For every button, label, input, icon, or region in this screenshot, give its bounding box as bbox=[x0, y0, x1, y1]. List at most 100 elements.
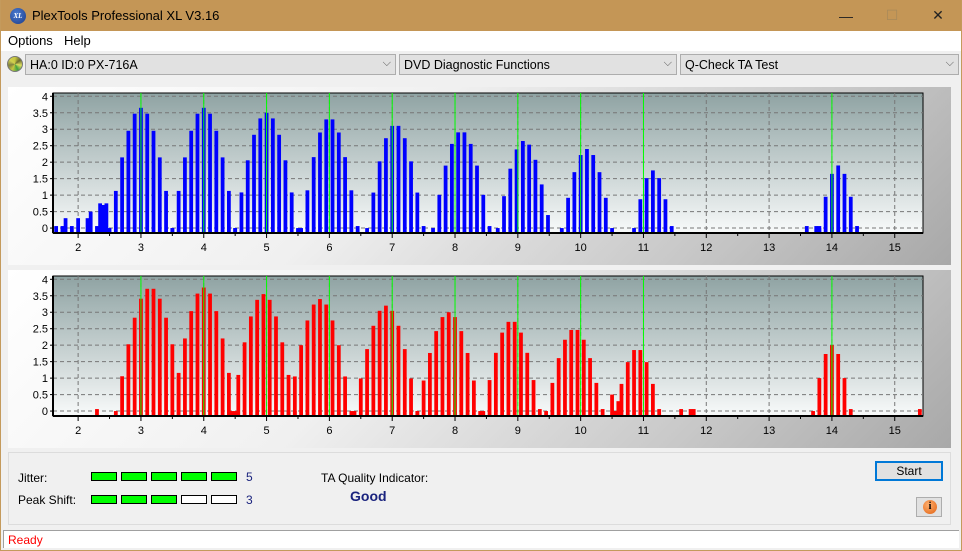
y-tick-label: 0.5 bbox=[33, 390, 48, 402]
histogram-bar bbox=[500, 332, 505, 416]
histogram-bar bbox=[817, 378, 822, 416]
histogram-bar bbox=[151, 288, 156, 416]
lower-histogram-chart: 0 0.5 1 1.5 2 2.5 3 3.5 4 2 3 4 5 6 7 8 9 10 11 12 13 14 15 bbox=[33, 274, 924, 437]
x-tick-label: 14 bbox=[826, 425, 838, 437]
histogram-bar bbox=[502, 196, 506, 233]
meter-segment bbox=[211, 472, 237, 481]
histogram-bar bbox=[644, 362, 649, 416]
histogram-bar bbox=[588, 358, 592, 416]
histogram-bar bbox=[255, 299, 260, 416]
histogram-bar bbox=[311, 157, 316, 233]
toolbar: HA:0 ID:0 PX-716A ⌵ DVD Diagnostic Funct… bbox=[1, 51, 961, 79]
y-tick-label: 2 bbox=[42, 157, 48, 169]
peak-shift-meter bbox=[91, 495, 237, 504]
histogram-bar bbox=[183, 157, 187, 233]
lower-chart-panel: 0 0.5 1 1.5 2 2.5 3 3.5 4 2 3 4 5 6 7 8 9 10 11 12 13 14 15 bbox=[8, 270, 951, 448]
histogram-bar bbox=[855, 226, 859, 233]
jitter-value: 5 bbox=[246, 470, 253, 484]
results-panel bbox=[8, 452, 951, 525]
histogram-bar bbox=[563, 339, 567, 416]
y-tick-label: 3.5 bbox=[33, 108, 48, 120]
status-text: Ready bbox=[8, 533, 43, 547]
y-tick-label: 0 bbox=[42, 406, 48, 418]
y-tick-label: 2.5 bbox=[33, 141, 48, 153]
histogram-bar bbox=[330, 119, 335, 233]
meter-segment bbox=[91, 495, 117, 504]
histogram-bar bbox=[120, 376, 124, 416]
x-tick-label: 4 bbox=[201, 242, 207, 254]
histogram-bar bbox=[836, 354, 841, 416]
histogram-bar bbox=[324, 304, 329, 416]
histogram-bar bbox=[95, 409, 99, 416]
histogram-bar bbox=[286, 374, 291, 416]
meter-segment bbox=[151, 472, 177, 481]
menu-options[interactable]: Options bbox=[8, 33, 53, 48]
app-logo-icon: XL bbox=[10, 8, 26, 24]
y-tick-label: 2.5 bbox=[33, 324, 48, 336]
histogram-bar bbox=[546, 215, 550, 233]
start-button[interactable]: Start bbox=[875, 461, 943, 481]
histogram-bar bbox=[289, 192, 294, 233]
function-select[interactable]: DVD Diagnostic Functions ⌵ bbox=[399, 54, 677, 75]
histogram-bar bbox=[691, 409, 696, 416]
disc-drive-icon bbox=[7, 56, 23, 72]
histogram-bar bbox=[651, 383, 655, 416]
histogram-bar bbox=[409, 161, 413, 233]
histogram-bar bbox=[76, 218, 81, 233]
histogram-bar bbox=[597, 172, 602, 233]
minimize-button[interactable]: — bbox=[823, 0, 869, 31]
histogram-bar bbox=[651, 170, 655, 233]
histogram-bar bbox=[157, 157, 162, 233]
maximize-button[interactable]: ☐ bbox=[869, 0, 915, 31]
histogram-bar bbox=[384, 305, 388, 416]
histogram-bar bbox=[842, 173, 847, 233]
histogram-bar bbox=[164, 190, 168, 233]
histogram-bar bbox=[487, 226, 492, 233]
histogram-bar bbox=[625, 362, 630, 416]
histogram-bar bbox=[236, 374, 241, 416]
histogram-bar bbox=[261, 294, 266, 416]
info-button[interactable]: i bbox=[916, 497, 942, 517]
histogram-bar bbox=[465, 352, 470, 416]
histogram-bar bbox=[657, 178, 662, 233]
menu-help[interactable]: Help bbox=[64, 33, 91, 48]
x-tick-label: 9 bbox=[515, 242, 521, 254]
histogram-bar bbox=[468, 143, 473, 233]
x-tick-label: 15 bbox=[889, 425, 901, 437]
histogram-bar bbox=[274, 316, 278, 416]
histogram-bar bbox=[252, 134, 256, 233]
histogram-bar bbox=[487, 380, 492, 416]
drive-select[interactable]: HA:0 ID:0 PX-716A ⌵ bbox=[25, 54, 396, 75]
test-select[interactable]: Q-Check TA Test ⌵ bbox=[680, 54, 959, 75]
histogram-bar bbox=[113, 190, 118, 233]
histogram-bar bbox=[632, 350, 636, 416]
histogram-bar bbox=[459, 331, 464, 416]
histogram-bar bbox=[280, 342, 285, 416]
y-tick-label: 1 bbox=[42, 190, 48, 202]
y-tick-label: 1 bbox=[42, 373, 48, 385]
histogram-bar bbox=[336, 132, 341, 233]
x-tick-label: 4 bbox=[201, 425, 207, 437]
x-tick-label: 3 bbox=[138, 242, 144, 254]
histogram-bar bbox=[616, 401, 621, 416]
histogram-bar bbox=[365, 349, 369, 416]
histogram-bar bbox=[481, 194, 486, 233]
histogram-bar bbox=[248, 316, 253, 416]
histogram-bar bbox=[292, 376, 297, 416]
histogram-bar bbox=[164, 317, 168, 416]
histogram-bar bbox=[299, 345, 304, 416]
peak-shift-value: 3 bbox=[246, 493, 253, 507]
histogram-bar bbox=[644, 178, 649, 233]
histogram-bar bbox=[145, 113, 150, 233]
histogram-bar bbox=[585, 149, 589, 233]
histogram-bar bbox=[371, 325, 376, 416]
window-title: PlexTools Professional XL V3.16 bbox=[32, 8, 220, 23]
histogram-bar bbox=[126, 130, 131, 233]
x-tick-label: 10 bbox=[575, 425, 587, 437]
histogram-bar bbox=[214, 311, 219, 416]
histogram-bar bbox=[603, 197, 608, 233]
histogram-bar bbox=[305, 320, 310, 416]
histogram-bar bbox=[189, 130, 194, 233]
close-button[interactable]: ✕ bbox=[915, 0, 961, 31]
x-tick-label: 7 bbox=[389, 425, 395, 437]
